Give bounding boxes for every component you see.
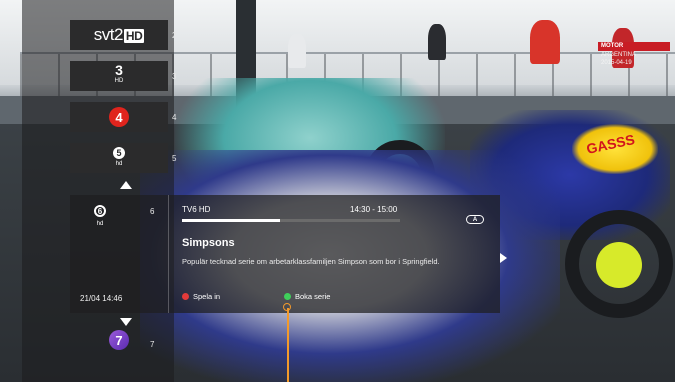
record-label: Spela in	[193, 292, 221, 301]
channel-number: 7	[150, 340, 155, 349]
channel-row-3[interactable]: 3 HD 3	[22, 61, 177, 91]
current-datetime: 21/04 14:46	[80, 294, 123, 303]
person	[428, 24, 446, 60]
channel-number: 5	[172, 153, 177, 163]
program-time-range: 14:30 - 15:00	[350, 205, 398, 214]
audio-track-icon: A	[466, 215, 484, 224]
person	[288, 34, 306, 68]
broadcast-overlay: MOTOR ARGENTINA 2015-04-19	[598, 42, 670, 67]
program-progress-bar	[182, 219, 400, 222]
channel-name: TV6 HD	[182, 205, 211, 214]
channel-row-2[interactable]: svt2 HD 2	[22, 20, 177, 50]
overlay-date: 2015-04-19	[601, 60, 632, 66]
channel-list: svt2 HD 2 3 HD 3 4 4 5 hd 5 7 7	[22, 0, 177, 382]
tv6-logo: 6 hd	[94, 201, 106, 229]
tv3-logo: 3 HD	[114, 62, 124, 84]
channel-logo-5: 5 hd	[70, 143, 168, 173]
kanal5-logo: 5 hd	[113, 147, 125, 169]
focus-indicator-line	[287, 308, 289, 382]
book-series-button[interactable]: Boka serie	[284, 292, 330, 301]
channel-row-4[interactable]: 4 4	[22, 102, 177, 132]
tv7-logo: 7	[109, 330, 129, 350]
wheel-rim	[596, 242, 642, 288]
program-info-panel: 6 hd 6 21/04 14:46 TV6 HD 14:30 - 15:00 A…	[70, 195, 507, 313]
scroll-up-arrow-icon[interactable]	[120, 181, 132, 189]
record-button[interactable]: Spela in	[182, 292, 220, 301]
person	[530, 20, 560, 64]
program-title: Simpsons	[182, 237, 235, 249]
channel-number: 2	[172, 30, 177, 40]
channel-logo-svt2: svt2 HD	[70, 20, 168, 50]
next-program-arrow-icon[interactable]	[500, 253, 507, 263]
channel-logo-4: 4	[70, 102, 168, 132]
divider	[168, 195, 169, 313]
tv4-logo: 4	[109, 107, 129, 127]
overlay-brand: MOTOR	[598, 42, 670, 51]
overlay-location: ARGENTINA	[601, 52, 637, 58]
channel-number: 4	[172, 112, 177, 122]
green-dot-icon	[284, 293, 291, 300]
channel-number: 6	[150, 207, 155, 216]
program-progress-fill	[182, 219, 281, 222]
program-description: Populär tecknad serie om arbetarklassfam…	[182, 257, 440, 266]
book-series-label: Boka serie	[295, 292, 331, 301]
channel-number: 3	[172, 71, 177, 81]
svt2-logo: svt2 HD	[93, 25, 145, 44]
channel-row-5[interactable]: 5 hd 5	[22, 143, 177, 173]
red-dot-icon	[182, 293, 189, 300]
channel-logo-3: 3 HD	[70, 61, 168, 91]
channel-logo-6: 6 hd	[94, 201, 106, 229]
